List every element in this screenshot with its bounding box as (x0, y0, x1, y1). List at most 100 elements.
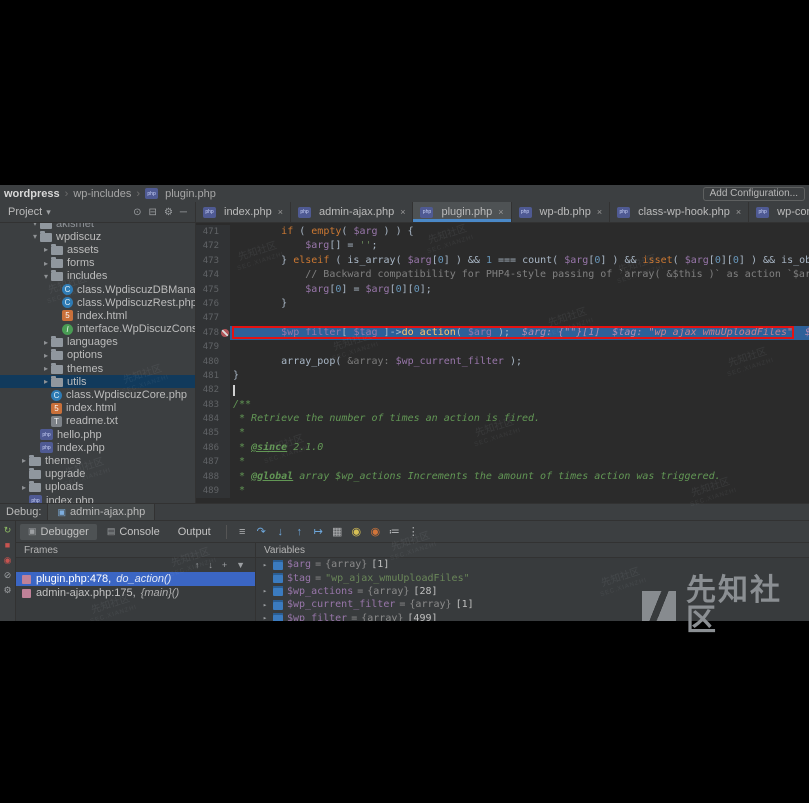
close-tab-icon[interactable]: × (498, 207, 503, 217)
line-number[interactable]: 472 (196, 239, 230, 253)
tree-item-uploads[interactable]: ▸uploads (0, 481, 195, 494)
expand-chevron-icon[interactable]: ▸ (261, 601, 269, 609)
code-line[interactable]: 487 * (196, 455, 809, 469)
tree-item-interface-wpdiscuzconst[interactable]: Iinterface.WpDiscuzConst (0, 323, 195, 336)
tree-item-index-php[interactable]: phpindex.php (0, 441, 195, 454)
step-into-icon[interactable]: ↓ (272, 526, 289, 538)
settings-gear-icon[interactable]: ⚙ (164, 207, 173, 218)
tree-item-themes[interactable]: ▸themes (0, 454, 195, 467)
tree-item-class-wpdiscuzrest-php[interactable]: Cclass.WpdiscuzRest.php (0, 296, 195, 309)
code-line[interactable]: 480 array_pop( &array: $wp_current_filte… (196, 355, 809, 369)
code-line[interactable]: 481} (196, 369, 809, 383)
variable-row[interactable]: ▸$arg = {array} [1] (256, 558, 809, 571)
editor-tab-wp-config-php[interactable]: phpwp-config.php× (749, 202, 809, 222)
locate-file-icon[interactable]: ⊙ (133, 207, 141, 218)
code-line[interactable]: 477 (196, 311, 809, 325)
editor-tab-wp-db-php[interactable]: phpwp-db.php× (512, 202, 611, 222)
more-options-icon[interactable]: ⋮ (405, 525, 422, 538)
tree-item-index-html[interactable]: 5index.html (0, 402, 195, 415)
code-line[interactable]: 478 $wp_filter[ $tag ]->do_action( $arg … (196, 326, 809, 340)
chevron-right-icon[interactable]: ▸ (41, 338, 51, 347)
tree-item-assets[interactable]: ▸assets (0, 243, 195, 256)
code-line[interactable]: 471 if ( empty( $arg ) ) { (196, 225, 809, 239)
mute-breakpoints-icon[interactable]: ⊘ (4, 571, 12, 580)
add-configuration-button[interactable]: Add Configuration... (703, 187, 805, 201)
line-number[interactable]: 489 (196, 484, 230, 498)
line-number[interactable]: 479 (196, 340, 230, 354)
rerun-icon[interactable]: ↻ (4, 526, 12, 535)
breadcrumb-item[interactable]: wordpress (4, 188, 60, 200)
breadcrumb-item[interactable]: wp-includes (73, 188, 131, 200)
close-tab-icon[interactable]: × (278, 207, 283, 217)
add-icon[interactable]: + (222, 560, 227, 570)
line-number[interactable]: 486 (196, 441, 230, 455)
line-number[interactable]: 476 (196, 297, 230, 311)
breadcrumb-item[interactable]: phpplugin.php (145, 188, 216, 200)
line-number[interactable]: 475 (196, 283, 230, 297)
line-number[interactable]: 487 (196, 455, 230, 469)
code-line[interactable]: 479 (196, 340, 809, 354)
tree-item-index-html[interactable]: 5index.html (0, 309, 195, 322)
chevron-right-icon[interactable]: ▸ (41, 364, 51, 373)
filter-icon[interactable]: ▼ (236, 560, 245, 570)
chevron-right-icon[interactable]: ▸ (41, 245, 51, 254)
code-line[interactable]: 475 $arg[0] = $arg[0][0]; (196, 283, 809, 297)
stop-icon[interactable]: ■ (5, 541, 10, 550)
run-to-cursor-icon[interactable]: ↦ (310, 525, 327, 538)
line-number[interactable]: 477 (196, 311, 230, 325)
chevron-right-icon[interactable]: ▸ (41, 259, 51, 268)
tree-item-class-wpdiscuzdbmanag[interactable]: Cclass.WpdiscuzDBManag (0, 283, 195, 296)
tree-item-hello-php[interactable]: phphello.php (0, 428, 195, 441)
expand-chevron-icon[interactable]: ▸ (261, 561, 269, 569)
code-line[interactable]: 489 * (196, 484, 809, 498)
line-number[interactable]: 478 (196, 326, 230, 340)
tool-tab-output[interactable]: Output (170, 524, 219, 540)
chevron-right-icon[interactable]: ▸ (41, 377, 51, 386)
code-line[interactable]: 485 * (196, 426, 809, 440)
editor-tab-class-wp-hook-php[interactable]: phpclass-wp-hook.php× (610, 202, 749, 222)
expand-chevron-icon[interactable]: ▸ (261, 587, 269, 595)
tree-item-wpdiscuz[interactable]: ▾wpdiscuz (0, 230, 195, 243)
tree-item-forms[interactable]: ▸forms (0, 257, 195, 270)
tree-item-includes[interactable]: ▾includes (0, 270, 195, 283)
hide-panel-icon[interactable]: ─ (180, 207, 187, 218)
line-number[interactable]: 473 (196, 254, 230, 268)
tool-tab-debugger[interactable]: ▣Debugger (20, 524, 97, 540)
tree-item-index-php[interactable]: phpindex.php (0, 494, 195, 503)
code-line[interactable]: 483/** (196, 398, 809, 412)
tree-item-utils[interactable]: ▸utils (0, 375, 195, 388)
close-tab-icon[interactable]: × (597, 207, 602, 217)
code-line[interactable]: 488 * @global array $wp_actions Incremen… (196, 470, 809, 484)
code-line[interactable]: 472 $arg[] = ''; (196, 239, 809, 253)
frame-down-icon[interactable]: ↓ (208, 560, 213, 570)
line-number[interactable]: 481 (196, 369, 230, 383)
chevron-right-icon[interactable]: ▸ (41, 351, 51, 360)
line-number[interactable]: 488 (196, 470, 230, 484)
stack-frame-row[interactable]: admin-ajax.php:175, {main}() (16, 586, 255, 600)
chevron-down-icon[interactable]: ▾ (30, 223, 40, 228)
debug-session-tab[interactable]: ▣ admin-ajax.php (47, 504, 155, 520)
line-number[interactable]: 474 (196, 268, 230, 282)
settings-gear-icon[interactable]: ⚙ (3, 586, 11, 595)
tree-item-akismet[interactable]: ▾akismet (0, 223, 195, 230)
line-number[interactable]: 480 (196, 355, 230, 369)
step-out-icon[interactable]: ↑ (291, 526, 308, 538)
tool-tab-console[interactable]: ▤Console (99, 524, 168, 540)
line-number[interactable]: 485 (196, 426, 230, 440)
step-over-icon[interactable]: ↷ (253, 525, 270, 538)
tree-item-readme-txt[interactable]: Treadme.txt (0, 415, 195, 428)
editor-tab-index-php[interactable]: phpindex.php× (196, 202, 291, 222)
expand-chevron-icon[interactable]: ▸ (261, 614, 269, 621)
settings-menu-icon[interactable]: ≡ (234, 526, 251, 538)
stack-frame-row[interactable]: plugin.php:478, do_action() (16, 572, 255, 586)
frame-up-icon[interactable]: ↑ (195, 560, 200, 570)
code-editor[interactable]: 471 if ( empty( $arg ) ) {472 $arg[] = '… (196, 223, 809, 503)
tree-item-languages[interactable]: ▸languages (0, 336, 195, 349)
code-line[interactable]: 473 } elseif ( is_array( $arg[0] ) && 1 … (196, 254, 809, 268)
line-number[interactable]: 471 (196, 225, 230, 239)
chevron-down-icon[interactable]: ▾ (41, 272, 51, 281)
chevron-down-icon[interactable]: ▾ (30, 232, 40, 241)
editor-tab-admin-ajax-php[interactable]: phpadmin-ajax.php× (291, 202, 413, 222)
editor-tab-plugin-php[interactable]: phpplugin.php× (413, 202, 511, 222)
code-line[interactable]: 482 (196, 383, 809, 397)
